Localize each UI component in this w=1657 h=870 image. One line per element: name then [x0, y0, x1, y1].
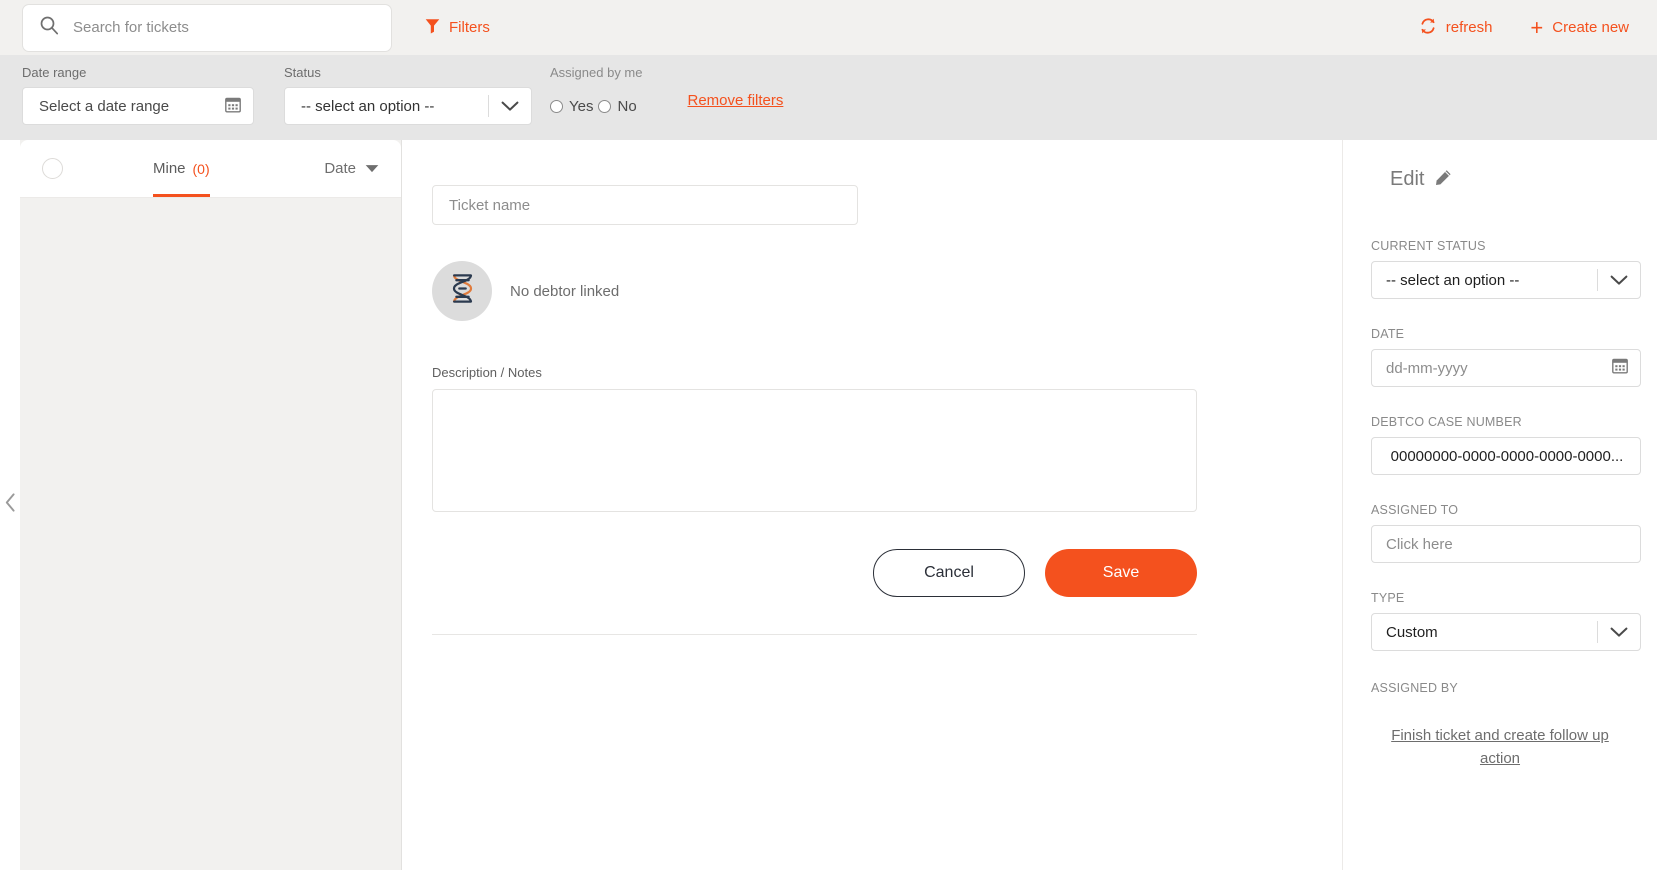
- debtor-status-text: No debtor linked: [510, 282, 620, 300]
- ticket-name-input[interactable]: [432, 185, 858, 225]
- date-range-label: Date range: [22, 65, 87, 80]
- status-filter: Status -- select an option --: [284, 65, 532, 125]
- dna-helix-icon: [449, 273, 476, 309]
- radio-no-circle: [598, 99, 612, 113]
- search-icon: [39, 15, 59, 40]
- date-value: dd-mm-yyyy: [1386, 359, 1468, 377]
- tab-mine-label: Mine: [153, 160, 186, 177]
- body: Mine (0) Date Ticket name No debtor link…: [0, 140, 1657, 870]
- edit-label: Edit: [1390, 168, 1425, 190]
- current-status-select[interactable]: -- select an option --: [1371, 261, 1641, 299]
- tab-active-underline: [153, 194, 210, 197]
- type-label: TYPE: [1371, 591, 1405, 605]
- ticket-form: No debtor linked Description / Notes Can…: [402, 140, 1342, 870]
- current-status-value: -- select an option --: [1386, 271, 1520, 289]
- assigned-by-me-label: Assigned by me: [550, 65, 643, 80]
- case-number-input[interactable]: 00000000-0000-0000-0000-0000...: [1371, 437, 1641, 475]
- remove-filters-link[interactable]: Remove filters: [688, 92, 784, 109]
- assigned-to-label: ASSIGNED TO: [1371, 503, 1459, 517]
- chevron-down-icon: [1598, 262, 1640, 298]
- calendar-icon: [1612, 357, 1628, 379]
- assigned-to-input[interactable]: Click here: [1371, 525, 1641, 563]
- filters-button[interactable]: Filters: [425, 18, 490, 38]
- assigned-to-value: Click here: [1386, 535, 1453, 553]
- filters-label: Filters: [449, 19, 490, 36]
- refresh-label: refresh: [1445, 19, 1493, 36]
- case-number-value: 00000000-0000-0000-0000-0000...: [1390, 447, 1624, 465]
- radio-yes-label: Yes: [569, 97, 594, 115]
- status-select[interactable]: -- select an option --: [284, 87, 532, 125]
- current-status-field: CURRENT STATUS -- select an option --: [1371, 239, 1641, 299]
- form-actions: Cancel Save: [432, 549, 1197, 597]
- type-field: TYPE Custom: [1371, 591, 1641, 651]
- caret-down-icon: [365, 160, 379, 177]
- type-value: Custom: [1386, 623, 1438, 641]
- chevron-left-icon: [5, 493, 16, 517]
- refresh-icon: [1419, 17, 1437, 39]
- type-select[interactable]: Custom: [1371, 613, 1641, 651]
- assigned-by-label: ASSIGNED BY: [1371, 681, 1458, 695]
- select-all-checkbox[interactable]: [42, 158, 63, 179]
- save-button[interactable]: Save: [1045, 549, 1197, 597]
- date-range-input[interactable]: Select a date range: [22, 87, 254, 125]
- date-label: DATE: [1371, 327, 1405, 341]
- create-new-button[interactable]: + Create new: [1530, 14, 1629, 40]
- search-box[interactable]: [22, 3, 392, 52]
- assigned-to-field: ASSIGNED TO Click here: [1371, 503, 1641, 563]
- filter-funnel-icon: [425, 18, 440, 38]
- calendar-icon: [225, 96, 241, 117]
- collapse-panel-button[interactable]: [0, 140, 20, 870]
- assigned-by-me-filter: Assigned by me Yes No: [550, 65, 643, 125]
- tab-mine[interactable]: Mine (0): [153, 140, 210, 197]
- create-new-label: Create new: [1552, 19, 1629, 36]
- sort-by-date-button[interactable]: Date: [324, 160, 379, 177]
- cancel-button[interactable]: Cancel: [873, 549, 1025, 597]
- ticket-form-inner: No debtor linked Description / Notes Can…: [402, 185, 1202, 597]
- search-input[interactable]: [73, 19, 375, 36]
- current-status-label: CURRENT STATUS: [1371, 239, 1486, 253]
- description-textarea[interactable]: [432, 389, 1197, 512]
- filter-bar: Date range Select a date range Status --…: [0, 55, 1657, 140]
- case-number-field: DEBTCO CASE NUMBER 00000000-0000-0000-00…: [1371, 415, 1641, 475]
- debtor-row: No debtor linked: [432, 261, 1202, 321]
- ticket-list-panel: Mine (0) Date: [20, 140, 402, 870]
- radio-yes[interactable]: Yes: [550, 98, 593, 115]
- plus-icon: +: [1530, 14, 1544, 40]
- chevron-down-icon: [489, 88, 531, 124]
- description-label: Description / Notes: [432, 365, 542, 380]
- date-field: DATE dd-mm-yyyy: [1371, 327, 1641, 387]
- date-range-filter: Date range Select a date range: [22, 65, 254, 125]
- chevron-down-icon: [1598, 614, 1640, 650]
- radio-no[interactable]: No: [598, 97, 637, 115]
- pencil-icon: [1435, 169, 1452, 191]
- date-input[interactable]: dd-mm-yyyy: [1371, 349, 1641, 387]
- tab-mine-count: (0): [192, 160, 210, 177]
- ticket-list-header: Mine (0) Date: [20, 140, 401, 198]
- form-divider: [432, 634, 1197, 635]
- finish-ticket-link[interactable]: Finish ticket and create follow up actio…: [1371, 725, 1629, 770]
- assigned-by-me-radios: Yes No: [550, 87, 643, 125]
- status-value: -- select an option --: [301, 97, 435, 115]
- case-number-label: DEBTCO CASE NUMBER: [1371, 415, 1522, 429]
- details-sidebar: Edit CURRENT STATUS -- select an option …: [1342, 140, 1657, 870]
- date-range-value: Select a date range: [39, 97, 170, 115]
- avatar: [432, 261, 492, 321]
- radio-no-label: No: [617, 97, 637, 115]
- status-label: Status: [284, 65, 321, 80]
- radio-yes-circle: [550, 99, 563, 113]
- top-bar: Filters refresh + Create new: [0, 0, 1657, 55]
- ticket-list-body: [20, 198, 401, 870]
- edit-button[interactable]: Edit: [1390, 168, 1629, 191]
- refresh-button[interactable]: refresh: [1419, 17, 1493, 39]
- sort-date-label: Date: [324, 160, 356, 177]
- top-bar-actions: refresh + Create new: [1419, 14, 1635, 40]
- app-root: Filters refresh + Create new: [0, 0, 1657, 870]
